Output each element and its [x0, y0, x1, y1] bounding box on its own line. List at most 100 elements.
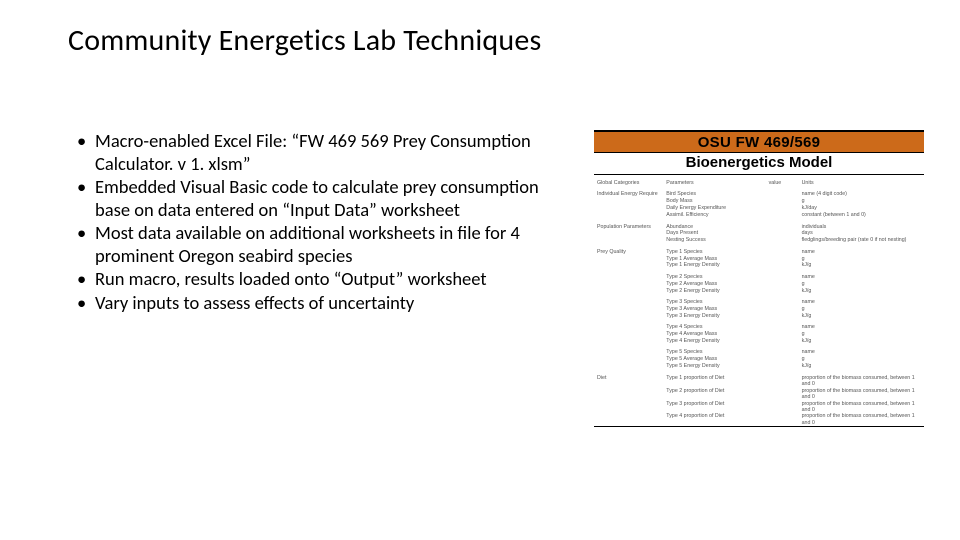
figure-cell: [766, 319, 799, 330]
figure-row: Type 3 proportion of Diet proportion of t…: [594, 400, 924, 413]
figure-row: Prey QualityType 1 Speciesname: [594, 244, 924, 255]
figure-cell: [594, 198, 663, 205]
figure-row: Type 2 Average Mass g: [594, 280, 924, 287]
figure-cell: [766, 400, 799, 413]
figure-cell: name (4 digit code): [799, 186, 924, 197]
figure-cell: [594, 338, 663, 345]
figure-row: Type 2 Energy DensitykJ/g: [594, 287, 924, 294]
figure-cell: name: [799, 319, 924, 330]
figure-cell: fledglings/breeding pair (rate 0 if not …: [799, 237, 924, 244]
figure-cell: [594, 280, 663, 287]
figure-cell: proportion of the biomass consumed, betw…: [799, 370, 924, 388]
figure-cell: [594, 294, 663, 305]
figure-cell: Type 1 Average Mass: [663, 255, 765, 262]
figure-cell: Population Parameters: [594, 219, 663, 230]
figure-cell: proportion of the biomass consumed, betw…: [799, 400, 924, 413]
figure-cell: proportion of the biomass consumed, betw…: [799, 413, 924, 426]
figure-cell: [766, 294, 799, 305]
figure-cell: [766, 262, 799, 269]
figure-cell: Type 3 proportion of Diet: [663, 400, 765, 413]
figure-cell: name: [799, 294, 924, 305]
figure-cell: [594, 413, 663, 426]
figure-cell: kJ/g: [799, 287, 924, 294]
figure-cell: [766, 244, 799, 255]
figure-cell: [766, 186, 799, 197]
figure-row: Type 5 Energy Density kJ/g: [594, 363, 924, 370]
figure-cell: Type 5 Energy Density: [663, 363, 765, 370]
figure-row: Population ParametersAbundanceindividual…: [594, 219, 924, 230]
figure-cell: Type 1 Energy Density: [663, 262, 765, 269]
figure-cell: [766, 212, 799, 219]
figure-cell: [594, 237, 663, 244]
figure-cell: Assimil. Efficiency: [663, 212, 765, 219]
figure-cell: Type 2 Average Mass: [663, 280, 765, 287]
figure-row: DietType 1 proportion of Dietproportion …: [594, 370, 924, 388]
figure-row: Global CategoriesParametersvalueUnits: [594, 175, 924, 186]
figure-cell: Bird Species: [663, 186, 765, 197]
figure-cell: [594, 363, 663, 370]
figure-cell: [766, 331, 799, 338]
figure-cell: g: [799, 306, 924, 313]
figure-cell: kJ/g: [799, 363, 924, 370]
figure-row: Daily Energy Expenditure kJ/day: [594, 205, 924, 212]
figure-row: Type 2 Species name: [594, 269, 924, 280]
figure-cell: [766, 413, 799, 426]
figure-row: Type 4 Energy DensitykJ/g: [594, 338, 924, 345]
figure-cell: g: [799, 356, 924, 363]
figure-cell: [594, 387, 663, 400]
figure-cell: Individual Energy Require: [594, 186, 663, 197]
figure-cell: constant (between 1 and 0): [799, 212, 924, 219]
figure-cell: [766, 344, 799, 355]
figure-cell: [766, 219, 799, 230]
figure-cell: [594, 306, 663, 313]
bullet-item: Embedded Visual Basic code to calculate …: [75, 176, 555, 221]
figure-cell: kJ/g: [799, 262, 924, 269]
figure-cell: [594, 312, 663, 319]
figure-cell: [594, 255, 663, 262]
figure-cell: [766, 312, 799, 319]
figure-cell: name: [799, 244, 924, 255]
figure-row: Type 3 Speciesname: [594, 294, 924, 305]
figure-row: Days Present days: [594, 230, 924, 237]
figure-cell: Type 4 Average Mass: [663, 331, 765, 338]
figure-row: Type 5 Speciesname: [594, 344, 924, 355]
figure-cell: Parameters: [663, 175, 765, 186]
figure-row: Type 3 Energy DensitykJ/g: [594, 312, 924, 319]
figure-cell: Body Mass: [663, 198, 765, 205]
figure-cell: Type 3 Average Mass: [663, 306, 765, 313]
figure-cell: Nesting Success: [663, 237, 765, 244]
figure-cell: [594, 212, 663, 219]
figure-cell: Type 2 proportion of Diet: [663, 387, 765, 400]
figure-cell: Type 4 proportion of Diet: [663, 413, 765, 426]
figure-cell: value: [766, 175, 799, 186]
figure-cell: g: [799, 280, 924, 287]
figure-cell: days: [799, 230, 924, 237]
figure-cell: [766, 338, 799, 345]
figure-cell: [594, 319, 663, 330]
figure-row: Type 4 Average Mass g: [594, 331, 924, 338]
figure-cell: Type 1 proportion of Diet: [663, 370, 765, 388]
figure-cell: Daily Energy Expenditure: [663, 205, 765, 212]
figure-cell: kJ/g: [799, 312, 924, 319]
figure-row: Type 2 proportion of Dietproportion of t…: [594, 387, 924, 400]
figure-cell: Type 4 Energy Density: [663, 338, 765, 345]
figure-cell: [766, 205, 799, 212]
figure-row: Nesting Success fledglings/breeding pair …: [594, 237, 924, 244]
figure-cell: Abundance: [663, 219, 765, 230]
figure-cell: g: [799, 331, 924, 338]
figure-cell: [766, 306, 799, 313]
figure-cell: [766, 237, 799, 244]
figure-cell: name: [799, 344, 924, 355]
figure-cell: [594, 230, 663, 237]
figure-cell: [766, 356, 799, 363]
figure-row: Type 1 Energy Density kJ/g: [594, 262, 924, 269]
slide-body: Macro-enabled Excel File: “FW 469 569 Pr…: [75, 130, 555, 316]
figure-cell: [594, 400, 663, 413]
figure-cell: Type 2 Species: [663, 269, 765, 280]
figure-cell: Type 4 Species: [663, 319, 765, 330]
figure-cell: kJ/day: [799, 205, 924, 212]
figure-row: Individual Energy RequireBird Species nam…: [594, 186, 924, 197]
figure-cell: name: [799, 269, 924, 280]
figure-cell: Days Present: [663, 230, 765, 237]
figure-cell: [766, 363, 799, 370]
